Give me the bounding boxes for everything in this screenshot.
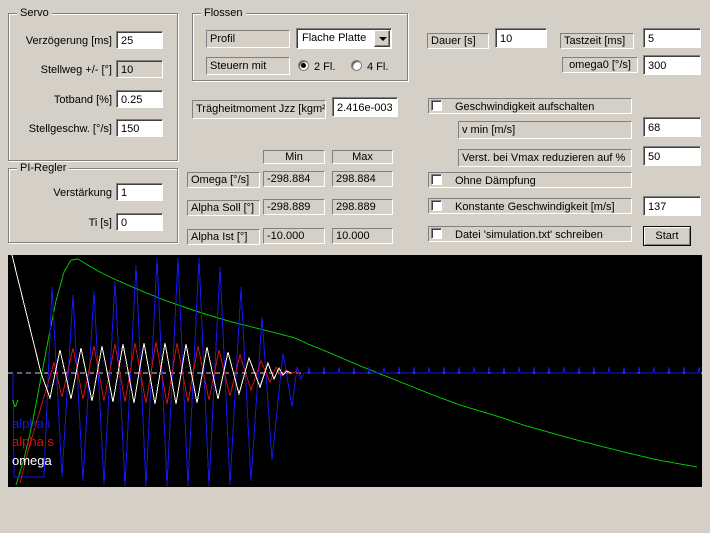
vmin-label: v min [m/s] — [458, 121, 632, 139]
ti-label: Ti [s] — [88, 217, 112, 229]
profil-dropdown-value: Flache Platte — [302, 32, 367, 44]
steuern-mit-label: Steuern mit — [206, 57, 290, 75]
plot-series-alpha_i — [12, 257, 701, 487]
profil-dropdown-button[interactable] — [374, 30, 390, 47]
alpha-ist-row-label: Alpha Ist [°] — [187, 229, 260, 245]
vmin-input[interactable] — [643, 117, 701, 137]
verstaerkung-label: Verstärkung — [53, 187, 112, 199]
stellgeschw-input[interactable] — [116, 119, 163, 137]
profil-label: Profil — [206, 30, 290, 48]
omega0-input[interactable] — [643, 55, 701, 75]
verst-label: Verst. bei Vmax reduzieren auf % — [458, 149, 632, 167]
simulation-plot: v alpha i alpha s omega — [8, 255, 702, 487]
plot-legend-omega: omega — [12, 453, 53, 468]
totband-label: Totband [%] — [53, 94, 112, 106]
start-button[interactable]: Start — [643, 226, 691, 246]
verstaerkung-input[interactable] — [116, 183, 163, 201]
radio-4fl[interactable] — [351, 60, 362, 71]
omega-row-label: Omega [°/s] — [187, 172, 260, 188]
flossen-groupbox-title: Flossen — [201, 7, 246, 19]
alpha-soll-row-label: Alpha Soll [°] — [187, 200, 260, 216]
verzoegerung-label: Verzögerung [ms] — [25, 35, 112, 47]
radio-4fl-label: 4 Fl. — [367, 61, 389, 73]
tastzeit-label: Tastzeit [ms] — [560, 33, 634, 49]
plot-legend-alpha-s: alpha s — [12, 434, 54, 449]
pi-regler-groupbox-title: PI-Regler — [17, 162, 70, 174]
omega-min-value: -298.884 — [263, 171, 325, 187]
dauer-input[interactable] — [495, 28, 547, 48]
radio-2fl-label: 2 Fl. — [314, 61, 336, 73]
plot-svg: v alpha i alpha s omega — [8, 255, 702, 487]
chevron-down-icon — [379, 37, 387, 41]
minmax-header-min: Min — [263, 150, 325, 164]
totband-input[interactable] — [116, 90, 163, 108]
dauer-label: Dauer [s] — [427, 33, 489, 49]
stellweg-input — [116, 60, 163, 78]
omega-max-value: 298.884 — [332, 171, 393, 187]
stellweg-label: Stellweg +/- [°] — [40, 64, 112, 76]
alpha-soll-min-value: -298.889 — [263, 199, 325, 215]
alpha-soll-max-value: 298.889 — [332, 199, 393, 215]
stellgeschw-label: Stellgeschw. [°/s] — [28, 123, 112, 135]
radio-2fl[interactable] — [298, 60, 309, 71]
alpha-ist-min-value: -10.000 — [263, 228, 325, 244]
konstante-label: Konstante Geschwindigkeit [m/s] — [455, 201, 615, 213]
plot-legend-v: v — [12, 395, 19, 410]
ti-input[interactable] — [116, 213, 163, 231]
verst-input[interactable] — [643, 146, 701, 166]
simulation-app-window: Servo Verzögerung [ms] Stellweg +/- [°] … — [0, 0, 710, 533]
verzoegerung-input[interactable] — [116, 31, 163, 49]
minmax-header-max: Max — [332, 150, 393, 164]
alpha-ist-max-value: 10.000 — [332, 228, 393, 244]
omega0-label: omega0 [°/s] — [562, 57, 638, 73]
geschwindigkeit-checkbox[interactable] — [431, 100, 442, 111]
traegheitmoment-input[interactable] — [332, 97, 398, 117]
plot-legend-alpha-i: alpha i — [12, 416, 50, 431]
datei-checkbox[interactable] — [431, 228, 442, 239]
geschwindigkeit-label: Geschwindigkeit aufschalten — [455, 101, 595, 113]
daempfung-checkbox[interactable] — [431, 174, 442, 185]
tastzeit-input[interactable] — [643, 28, 701, 48]
konstante-checkbox[interactable] — [431, 200, 442, 211]
daempfung-label: Ohne Dämpfung — [455, 175, 536, 187]
profil-dropdown[interactable]: Flache Platte — [296, 28, 392, 49]
datei-label: Datei 'simulation.txt' schreiben — [455, 229, 603, 241]
servo-groupbox-title: Servo — [17, 7, 52, 19]
konstante-input[interactable] — [643, 196, 701, 216]
traegheitmoment-label: Trägheitmoment Jzz [kgm²] — [192, 100, 326, 119]
pi-regler-groupbox: PI-Regler — [8, 162, 178, 243]
plot-series-alpha_s — [19, 341, 300, 484]
